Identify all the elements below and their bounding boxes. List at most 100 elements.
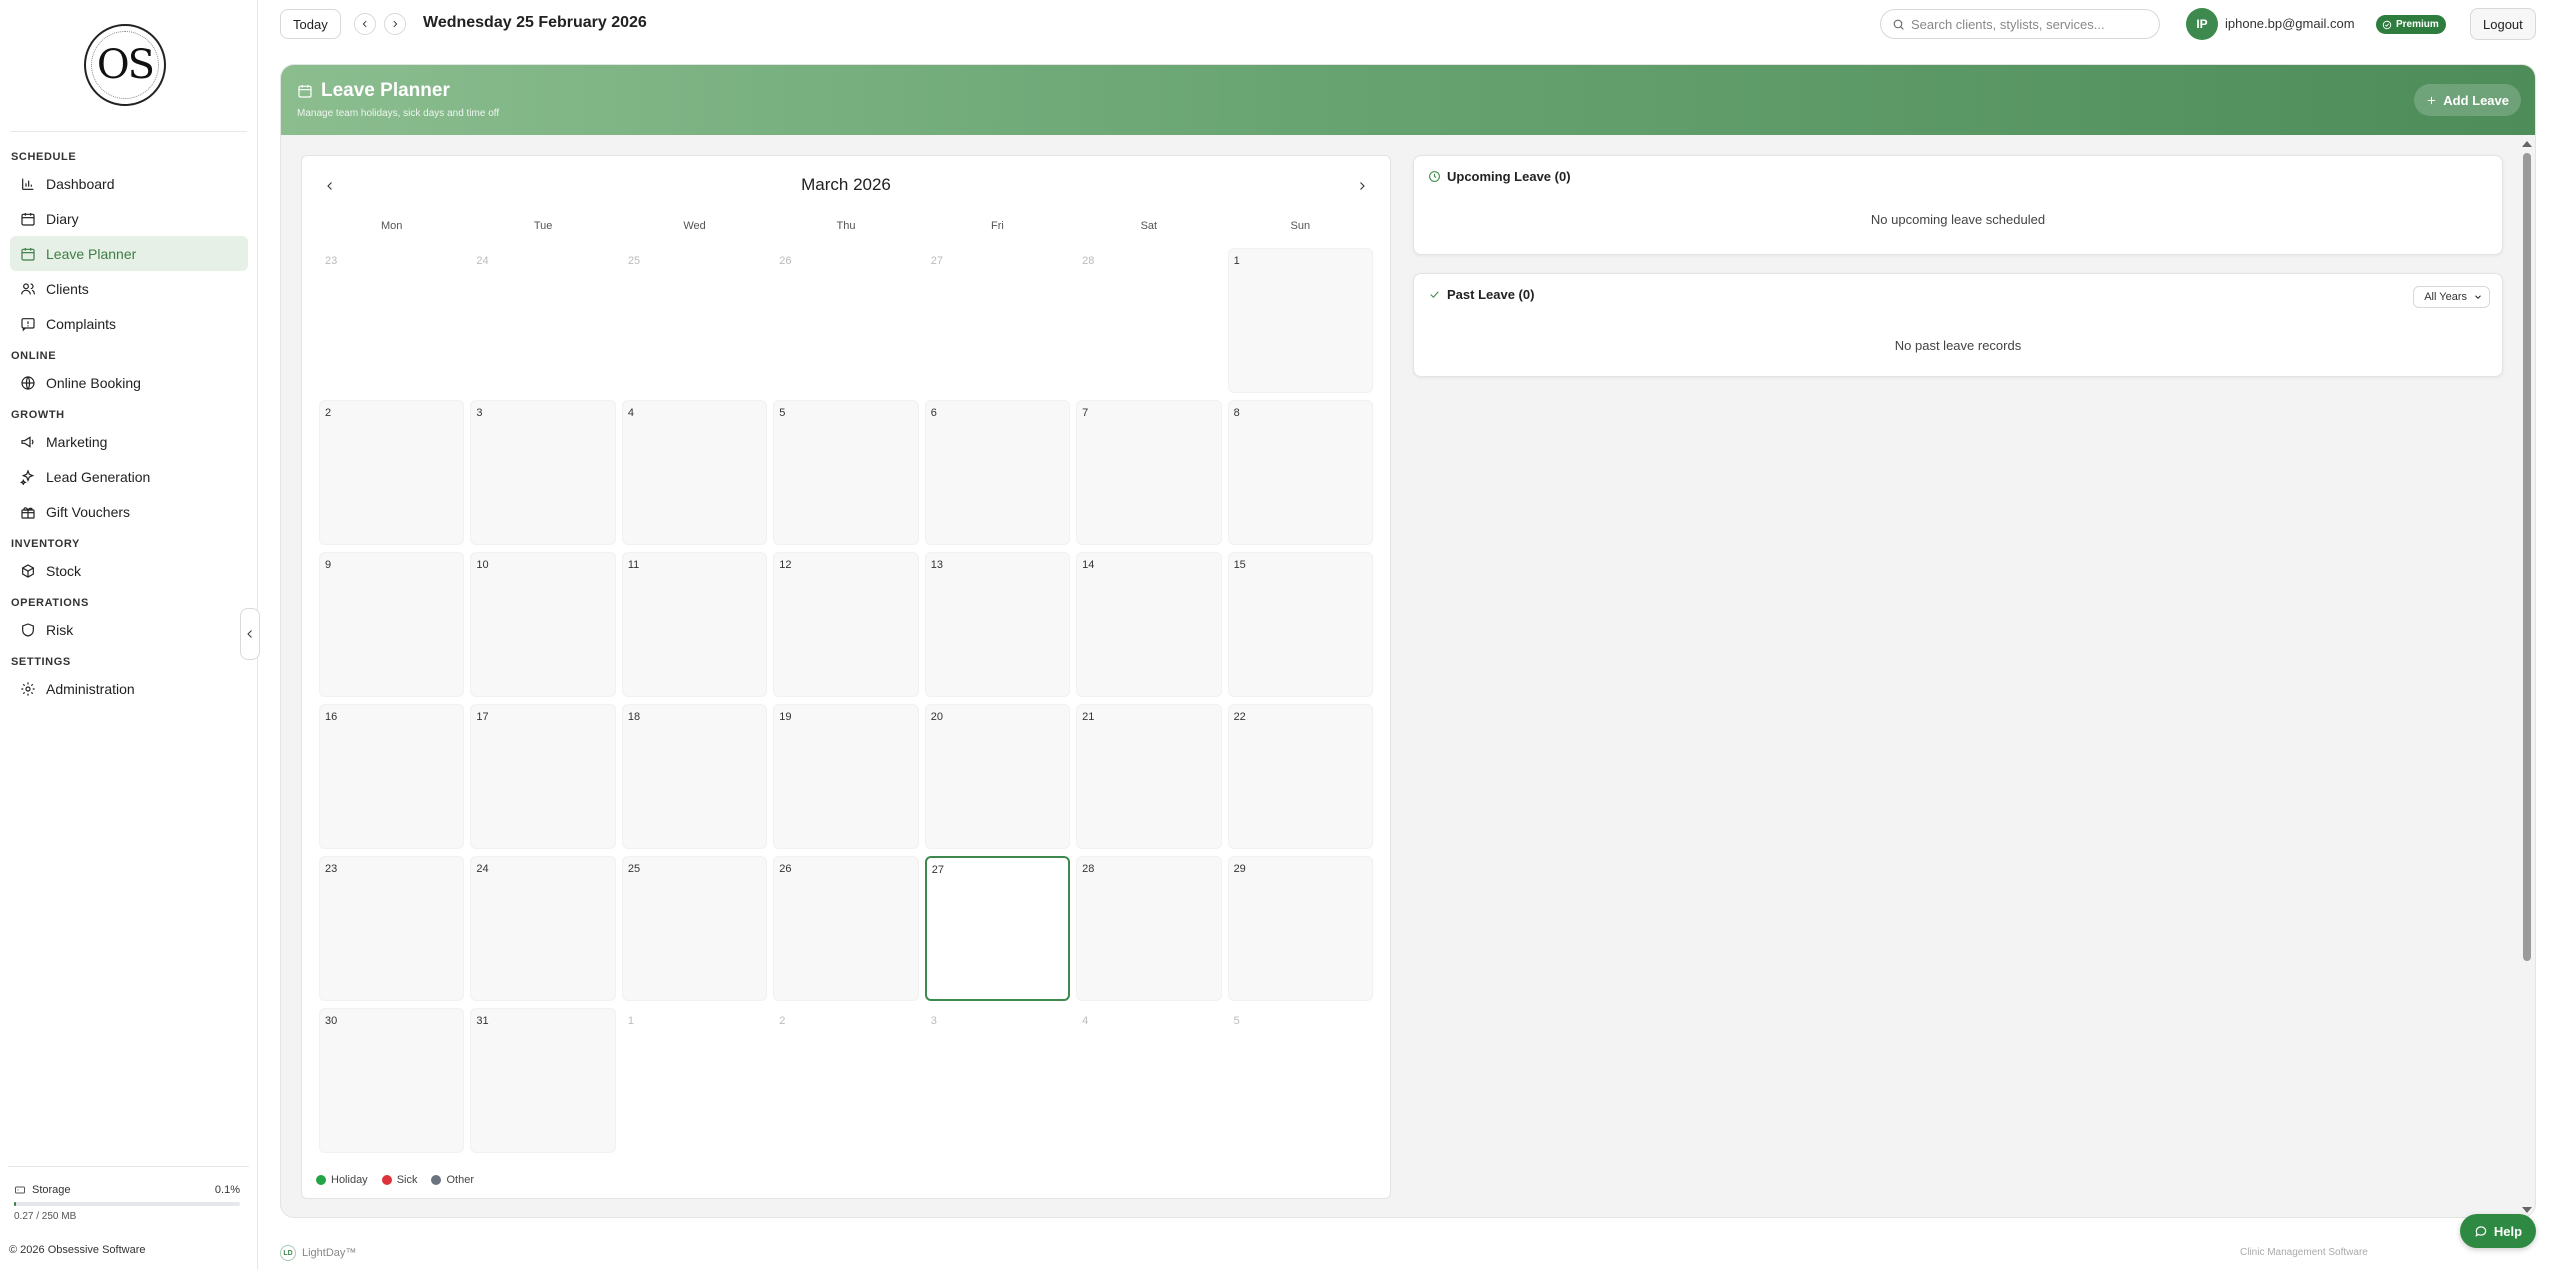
day-number: 17 [476,711,489,723]
next-day-button[interactable] [384,13,406,35]
sidebar-item-label: Diary [46,210,79,227]
sidebar-item-risk[interactable]: Risk [10,612,248,647]
calendar-day[interactable]: 21 [1076,704,1222,849]
calendar-day: 27 [925,248,1070,393]
package-icon [20,563,36,579]
weekday-label: Sat [1140,220,1158,232]
day-number: 15 [1233,559,1246,571]
day-number: 26 [779,863,792,875]
weekday-label: Wed [683,220,706,232]
sidebar-item-complaints[interactable]: Complaints [10,306,248,341]
day-number: 1 [1233,255,1240,267]
calendar-day[interactable]: 29 [1227,856,1373,1001]
sidebar-item-administration[interactable]: Administration [10,671,248,706]
calendar-day[interactable]: 17 [470,704,616,849]
calendar-day[interactable]: 8 [1227,400,1373,545]
calendar-day[interactable]: 7 [1076,400,1222,545]
scrollbar-thumb[interactable] [2523,153,2531,961]
calendar-day[interactable]: 1 [1227,248,1373,393]
today-button[interactable]: Today [280,9,341,39]
weekday-header: Mon Tue Wed Thu Fri Sat Sun [316,220,1376,236]
calendar-card: March 2026 Mon Tue Wed Thu Fri Sat Sun 23 24 25 2… [301,155,1391,1199]
calendar-day[interactable]: 2 [319,400,465,545]
year-filter-select[interactable]: All Years [2413,286,2490,308]
calendar-day-today[interactable]: 27 [924,856,1071,1001]
sidebar-item-gift-vouchers[interactable]: Gift Vouchers [10,494,248,529]
shield-icon [20,622,36,638]
calendar-day: 28 [1076,248,1221,393]
sidebar-item-stock[interactable]: Stock [10,553,248,588]
sidebar-item-dashboard[interactable]: Dashboard [10,166,248,201]
sidebar-item-leave-planner[interactable]: Leave Planner [10,236,248,271]
chevron-right-icon [393,20,398,28]
calendar-day[interactable]: 23 [319,856,465,1001]
add-leave-button[interactable]: Add Leave [2414,84,2521,116]
calendar-day[interactable]: 24 [470,856,616,1001]
gear-icon [20,681,36,697]
users-icon [20,281,36,297]
user-email: iphone.bp@gmail.com [2225,16,2355,31]
calendar-day[interactable]: 30 [319,1008,465,1153]
main-scrollbar[interactable] [2520,141,2532,1213]
help-button[interactable]: Help [2460,1214,2536,1248]
prev-day-button[interactable] [354,13,376,35]
page-subtitle: Manage team holidays, sick days and time… [297,108,500,119]
calendar-day[interactable]: 11 [621,552,768,697]
calendar-day[interactable]: 5 [773,400,919,545]
sidebar-item-online-booking[interactable]: Online Booking [10,365,248,400]
calendar-day[interactable]: 26 [773,856,919,1001]
calendar-day[interactable]: 28 [1076,856,1222,1001]
day-number: 25 [627,863,641,875]
calendar-day[interactable]: 3 [470,400,616,545]
day-number: 27 [931,864,944,876]
brand-logo[interactable]: OS [84,24,166,106]
legend-dot [316,1175,326,1185]
calendar-day[interactable]: 22 [1227,704,1373,849]
calendar-day[interactable]: 6 [924,400,1071,545]
lightday-logo: LD [280,1245,296,1261]
sidebar-item-marketing[interactable]: Marketing [10,424,248,459]
storage-icon [15,1186,25,1194]
calendar-day[interactable]: 9 [319,552,465,697]
logout-button[interactable]: Logout [2470,8,2536,40]
scroll-down-arrow[interactable] [2522,1207,2532,1213]
day-number: 28 [1082,255,1095,267]
sidebar-item-lead-generation[interactable]: Lead Generation [10,459,248,494]
premium-label: Premium [2396,19,2439,30]
calendar-month-label: March 2026 [801,175,891,194]
day-number: 10 [476,559,489,571]
sidebar-item-clients[interactable]: Clients [10,271,248,306]
sidebar-nav: SCHEDULE Dashboard Diary Leave Planner Clien… [0,142,258,706]
calendar-day[interactable]: 20 [924,704,1071,849]
day-number: 7 [1082,407,1089,419]
calendar-day[interactable]: 31 [470,1008,616,1153]
sidebar-item-diary[interactable]: Diary [10,201,248,236]
next-month-button[interactable] [1352,176,1372,196]
day-number: 13 [930,559,943,571]
legend-item: Other [431,1174,474,1186]
calendar-day[interactable]: 18 [621,704,768,849]
calendar-day[interactable]: 19 [773,704,919,849]
copyright-text: © 2026 Obsessive Software [9,1244,146,1256]
day-number: 23 [325,863,338,875]
search-input[interactable]: Search clients, stylists, services... [1880,9,2160,39]
top-bar: Today Wednesday 25 February 2026 Search … [258,0,2556,50]
plus-icon [2428,96,2436,104]
message-icon [20,316,36,332]
chevron-left-icon [247,630,252,638]
calendar-day[interactable]: 14 [1076,552,1222,697]
scroll-up-arrow[interactable] [2522,141,2532,147]
calendar-day[interactable]: 12 [773,552,919,697]
sidebar-collapse-button[interactable] [240,608,260,660]
avatar[interactable]: IP [2186,8,2218,40]
calendar-day[interactable]: 16 [319,704,465,849]
calendar-day[interactable]: 4 [621,400,768,545]
calendar-day[interactable]: 13 [924,552,1071,697]
legend-label: Other [446,1174,474,1186]
calendar-day[interactable]: 10 [470,552,616,697]
day-number: 26 [779,255,792,267]
sidebar: OS SCHEDULE Dashboard Diary Leave Planner Cl… [0,0,258,1270]
day-number: 24 [476,255,489,267]
calendar-day[interactable]: 25 [621,856,768,1001]
calendar-day[interactable]: 15 [1227,552,1373,697]
